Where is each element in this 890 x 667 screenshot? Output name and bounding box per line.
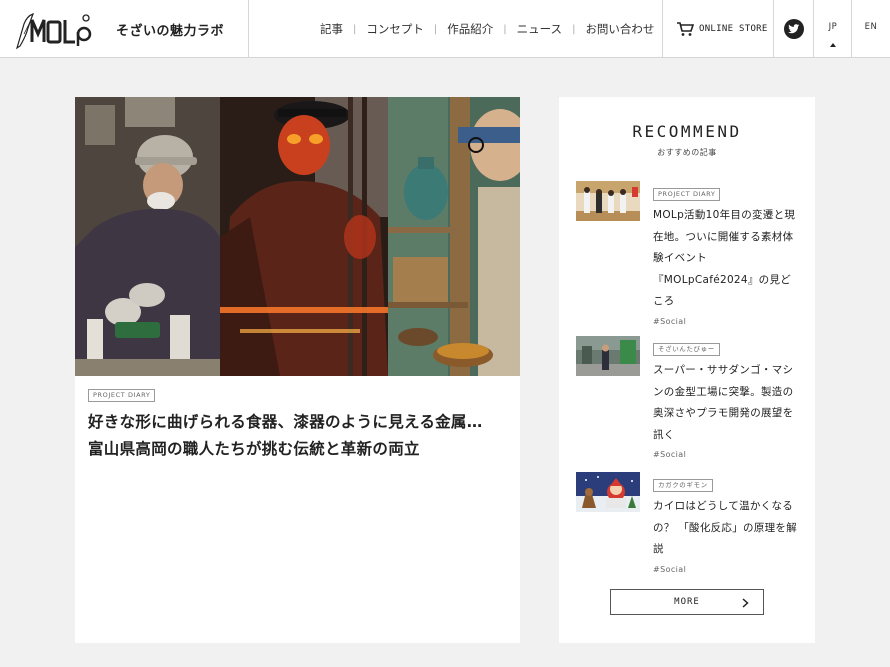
lang-en-button[interactable]: EN xyxy=(851,0,890,58)
twitter-link[interactable] xyxy=(773,0,813,58)
hero-panel-ceramics xyxy=(388,97,520,376)
site-tagline: そざいの魅力ラボ xyxy=(116,24,225,39)
molp-logo[interactable] xyxy=(14,10,104,50)
more-button[interactable]: MORE xyxy=(610,589,764,615)
recommend-subheading: おすすめの記事 xyxy=(657,148,717,157)
category-tag[interactable]: PROJECT DIARY xyxy=(88,389,156,402)
hero-panel-grinding xyxy=(75,97,220,376)
recommend-item-body: そざいんたびゅー スーパー・ササダンゴ・マシンの金型工場に突撃。製造の奥深さやプ… xyxy=(653,336,801,459)
recommend-item-body: PROJECT DIARY MOLp活動10年目の変遷と現在地。ついに開催する素… xyxy=(653,181,801,326)
site-header: そざいの魅力ラボ 記事 | コンセプト | 作品紹介 | ニュース | お問い合… xyxy=(0,0,890,58)
recommend-item-title[interactable]: MOLp活動10年目の変遷と現在地。ついに開催する素材体験イベント『MOLpCa… xyxy=(653,205,801,313)
article-thumbnail xyxy=(576,181,640,221)
nav-item-news[interactable]: ニュース xyxy=(517,21,562,37)
hashtag-label[interactable]: #Social xyxy=(653,450,801,459)
more-button-label: MORE xyxy=(674,597,700,607)
feature-hero-image xyxy=(75,97,520,376)
recommend-panel: RECOMMEND おすすめの記事 PROJECT DIARY MOLp活動10… xyxy=(559,97,815,643)
main-nav: 記事 | コンセプト | 作品紹介 | ニュース | お問い合わせ xyxy=(320,21,654,37)
article-thumbnail xyxy=(576,336,640,376)
cart-icon xyxy=(677,22,694,36)
lang-en-label: EN xyxy=(864,22,878,32)
recommend-item-body: カガクのギモン カイロはどうして温かくなるの？ 「酸化反応」の原理を解説 #So… xyxy=(653,472,801,574)
category-tag[interactable]: そざいんたびゅー xyxy=(653,343,720,356)
hashtag-label[interactable]: #Social xyxy=(653,317,801,326)
category-tag[interactable]: カガクのギモン xyxy=(653,479,713,492)
nav-separator: | xyxy=(503,23,507,35)
feature-article-card[interactable]: PROJECT DIARY 好きな形に曲げられる食器、漆器のように見える金属… … xyxy=(75,97,520,643)
twitter-icon xyxy=(783,19,804,39)
feature-title-line-2: 富山県高岡の職人たちが挑む伝統と革新の両立 xyxy=(88,440,420,458)
online-store-label: ONLINE STORE xyxy=(699,24,768,34)
chevron-right-icon xyxy=(742,598,749,608)
lang-jp-label: JP xyxy=(828,22,838,32)
nav-item-articles[interactable]: 記事 xyxy=(320,21,343,37)
nav-separator: | xyxy=(353,23,357,35)
hashtag-label[interactable]: #Social xyxy=(653,565,801,574)
feature-title[interactable]: 好きな形に曲げられる食器、漆器のように見える金属… 富山県高岡の職人たちが挑む伝… xyxy=(88,409,508,463)
nav-item-works[interactable]: 作品紹介 xyxy=(447,21,493,37)
hero-panel-furnace xyxy=(220,97,388,376)
category-tag[interactable]: PROJECT DIARY xyxy=(653,188,721,201)
article-thumbnail xyxy=(576,472,640,512)
feature-title-line-1: 好きな形に曲げられる食器、漆器のように見える金属… xyxy=(88,413,483,431)
lang-jp-button[interactable]: JP xyxy=(813,0,852,58)
nav-separator: | xyxy=(433,23,438,35)
brand-area: そざいの魅力ラボ xyxy=(0,0,249,58)
recommend-heading: RECOMMEND xyxy=(632,122,742,141)
nav-item-concept[interactable]: コンセプト xyxy=(366,21,424,37)
recommend-item-title[interactable]: スーパー・ササダンゴ・マシンの金型工場に突撃。製造の奥深さやプラモ開発の展望を訊… xyxy=(653,360,801,446)
online-store-link[interactable]: ONLINE STORE xyxy=(662,0,773,58)
active-indicator-icon xyxy=(830,43,836,47)
nav-item-contact[interactable]: お問い合わせ xyxy=(585,21,654,37)
nav-separator: | xyxy=(572,23,576,35)
recommend-item-title[interactable]: カイロはどうして温かくなるの？ 「酸化反応」の原理を解説 xyxy=(653,496,801,561)
